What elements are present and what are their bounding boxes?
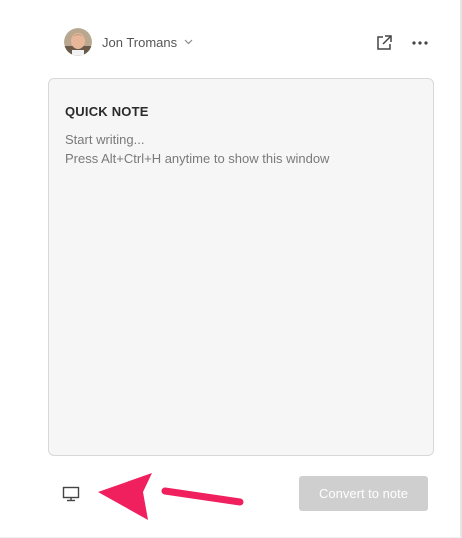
open-in-new-window-icon	[377, 35, 392, 50]
chevron-down-icon	[184, 39, 193, 45]
device-button[interactable]	[60, 484, 82, 504]
note-title: QUICK NOTE	[65, 104, 149, 119]
placeholder-line-start: Start writing...	[65, 132, 145, 147]
open-in-new-window-button[interactable]	[374, 33, 394, 53]
more-options-button[interactable]	[410, 33, 430, 53]
account-selector[interactable]: Jon Tromans	[64, 28, 193, 56]
note-placeholder[interactable]: Start writing... Press Alt+Ctrl+H anytim…	[65, 130, 329, 168]
placeholder-line-shortcut: Press Alt+Ctrl+H anytime to show this wi…	[65, 151, 330, 166]
account-name: Jon Tromans	[102, 34, 178, 50]
convert-to-note-button[interactable]: Convert to note	[299, 476, 428, 511]
quick-note-editor[interactable]: QUICK NOTE Start writing... Press Alt+Ct…	[48, 78, 434, 456]
monitor-icon	[62, 486, 80, 502]
avatar	[64, 28, 92, 56]
more-options-icon	[412, 41, 428, 45]
